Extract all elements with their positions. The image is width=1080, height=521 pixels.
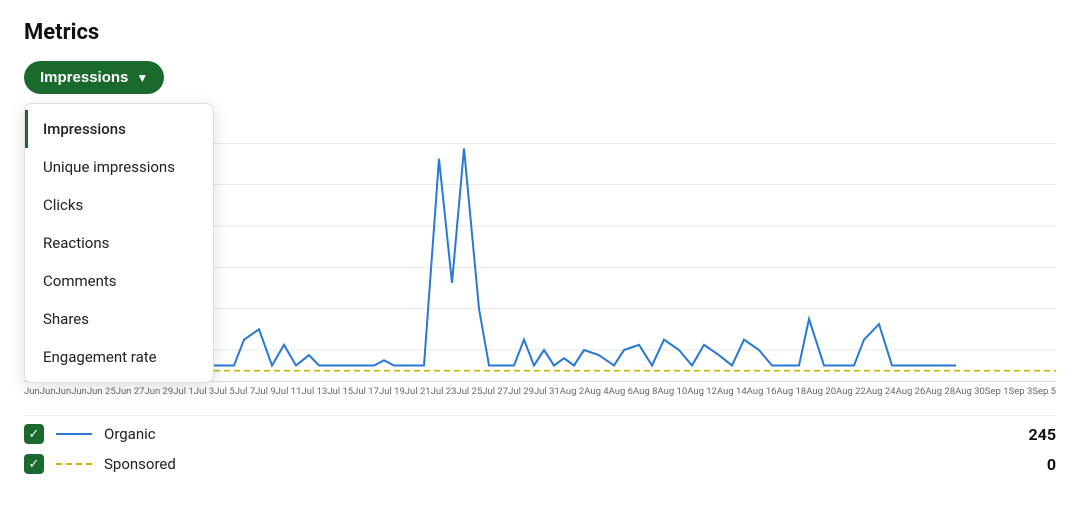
legend-organic: ✓ Organic 245 [24,424,1056,444]
x-axis-label: Jul 11 [276,386,302,397]
x-axis-label: Jul 31 [534,386,560,397]
impressions-dropdown-button[interactable]: Impressions ▼ [24,61,164,94]
organic-checkbox[interactable]: ✓ [24,424,44,444]
x-axis-label: Jun [24,386,40,397]
x-axis-label: Aug 10 [657,386,687,397]
x-axis-label: Aug 4 [584,386,608,397]
x-axis-label: Jul 21 [405,386,431,397]
legend-sponsored: ✓ Sponsored 0 [24,454,1056,474]
sponsored-label: Sponsored [104,455,1035,473]
x-axis-label: Jul 29 [508,386,534,397]
dropdown-item-clicks[interactable]: Clicks [25,186,213,224]
x-axis-label: Aug 30 [955,386,985,397]
x-axis-label: Sep 1 [985,386,1009,397]
organic-line-icon [56,433,92,435]
x-axis-label: Aug 6 [609,386,633,397]
sponsored-value: 0 [1047,455,1056,474]
x-axis-label: Jun [40,386,56,397]
x-axis-label: Aug 16 [747,386,777,397]
x-axis-label: Aug 2 [560,386,584,397]
metric-dropdown-menu: ImpressionsUnique impressionsClicksReact… [24,103,214,383]
dropdown-item-comments[interactable]: Comments [25,262,213,300]
x-axis-label: Jun 25 [87,386,116,397]
x-axis-label: Sep 3 [1009,386,1033,397]
x-axis-label: Aug 18 [777,386,807,397]
x-axis-label: Jul 5 [214,386,234,397]
sponsored-line-icon [56,463,92,465]
x-axis-label: Jul 7 [235,386,255,397]
x-axis-label: Jun [71,386,87,397]
organic-label: Organic [104,425,1016,443]
x-axis-label: Aug 20 [806,386,836,397]
dropdown-item-unique-impressions[interactable]: Unique impressions [25,148,213,186]
dropdown-item-reactions[interactable]: Reactions [25,224,213,262]
x-axis-label: Sep 5 [1032,386,1056,397]
x-axis-label: Jul 17 [353,386,379,397]
x-axis-label: Aug 24 [866,386,896,397]
x-axis-label: Jun 27 [116,386,145,397]
dropdown-item-shares[interactable]: Shares [25,300,213,338]
x-axis-label: Aug 28 [925,386,955,397]
sponsored-checkbox[interactable]: ✓ [24,454,44,474]
x-axis-label: Jul 3 [194,386,214,397]
dropdown-item-engagement-rate[interactable]: Engagement rate [25,338,213,376]
x-axis-label: Aug 8 [633,386,657,397]
x-axis-label: Jul 23 [431,386,457,397]
x-axis-label: Aug 12 [687,386,717,397]
legend: ✓ Organic 245 ✓ Sponsored 0 [24,415,1056,474]
dropdown-item-impressions[interactable]: Impressions [25,110,213,148]
metric-dropdown-wrapper: Impressions ▼ ImpressionsUnique impressi… [24,61,164,94]
x-axis-label: Aug 22 [836,386,866,397]
organic-value: 245 [1028,425,1056,444]
x-axis-label: Aug 26 [896,386,926,397]
x-axis-label: Jun [55,386,71,397]
x-axis-labels: JunJunJunJunJun 25Jun 27Jun 29Jul 1Jul 3… [24,382,1056,397]
x-axis-label: Jul 1 [173,386,193,397]
chevron-down-icon: ▼ [136,71,148,85]
x-axis-label: Jul 15 [327,386,353,397]
x-axis-label: Jul 27 [482,386,508,397]
x-axis-label: Jul 25 [456,386,482,397]
x-axis-label: Jul 13 [301,386,327,397]
x-axis-label: Jul 9 [255,386,275,397]
page-title: Metrics [24,20,1056,45]
dropdown-button-label: Impressions [40,69,128,86]
x-axis-label: Aug 14 [717,386,747,397]
x-axis-label: Jul 19 [379,386,405,397]
x-axis-label: Jun 29 [144,386,173,397]
